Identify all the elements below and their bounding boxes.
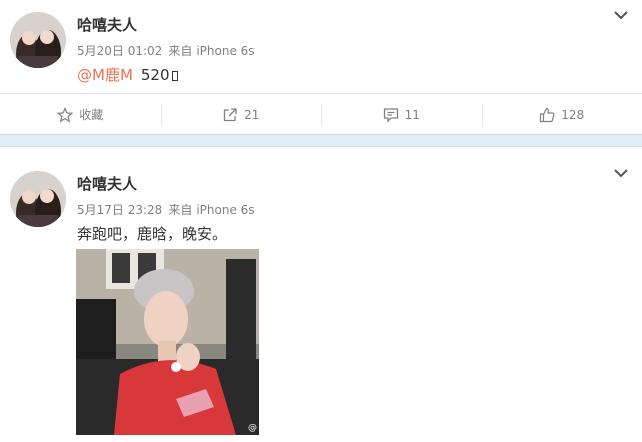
post-text: 奔跑吧，鹿晗，晚安。 <box>77 225 228 243</box>
author-avatar[interactable] <box>10 171 66 227</box>
weibo-post-1: 哈嘻夫人 5月20日 01:02 来自 iPhone 6s @M鹿M 520 收藏 2… <box>0 0 642 134</box>
missing-glyph-box <box>171 71 178 81</box>
via-label: 来自 <box>168 203 193 217</box>
share-icon <box>223 107 237 121</box>
via-label: 来自 <box>168 44 193 58</box>
favorite-label: 收藏 <box>79 108 104 122</box>
share-count: 21 <box>244 107 260 122</box>
post-meta: 5月17日 23:28 来自 iPhone 6s <box>77 201 255 218</box>
comment-button[interactable]: 11 <box>321 94 482 135</box>
chevron-down-icon[interactable] <box>614 168 628 178</box>
like-count: 128 <box>561 107 585 122</box>
post-text-content: 520 <box>140 66 170 84</box>
like-icon <box>540 107 555 122</box>
action-bar: 收藏 21 11 128 <box>0 93 642 135</box>
post-text: @M鹿M 520 <box>77 64 178 85</box>
favorite-button[interactable]: 收藏 <box>0 94 161 135</box>
post-image[interactable]: @ <box>76 249 259 435</box>
star-icon <box>57 106 74 122</box>
chevron-down-icon[interactable] <box>614 10 628 20</box>
author-avatar[interactable] <box>10 12 66 68</box>
device-name[interactable]: iPhone 6s <box>196 203 254 217</box>
post-time[interactable]: 5月17日 23:28 <box>77 203 162 217</box>
post-time[interactable]: 5月20日 01:02 <box>77 44 162 58</box>
comment-count: 11 <box>404 107 420 122</box>
like-button[interactable]: 128 <box>481 94 642 135</box>
mention-link[interactable]: @M鹿M <box>77 66 133 84</box>
post-meta: 5月20日 01:02 来自 iPhone 6s <box>77 42 255 59</box>
feed-separator <box>0 134 642 147</box>
author-name[interactable]: 哈嘻夫人 <box>77 14 137 35</box>
device-name[interactable]: iPhone 6s <box>196 44 254 58</box>
author-name[interactable]: 哈嘻夫人 <box>77 173 137 194</box>
weibo-post-2: 哈嘻夫人 5月17日 23:28 来自 iPhone 6s 奔跑吧，鹿晗，晚安。 @ <box>0 147 642 442</box>
share-button[interactable]: 21 <box>160 94 322 135</box>
comment-icon <box>383 107 398 123</box>
image-watermark: @ <box>248 423 257 433</box>
